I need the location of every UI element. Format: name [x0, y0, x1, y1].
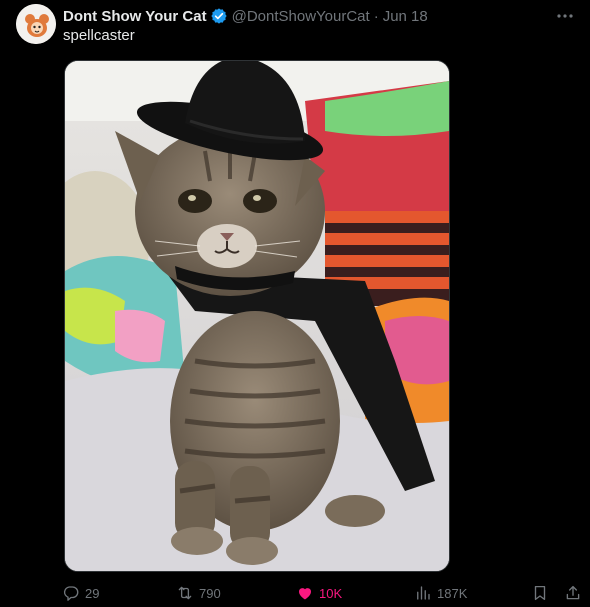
tweet-action-bar: 29 790 10K 187K	[62, 582, 588, 604]
bookmark-button[interactable]	[531, 582, 549, 604]
more-options-button[interactable]	[554, 8, 576, 24]
reply-button[interactable]: 29	[62, 582, 99, 604]
repost-button[interactable]: 790	[176, 582, 221, 604]
share-button[interactable]	[564, 582, 582, 604]
views-bar-chart-icon	[417, 586, 430, 600]
repost-icon	[178, 586, 192, 600]
bookmark-icon	[534, 585, 546, 601]
avatar[interactable]	[16, 4, 56, 44]
separator-dot: ·	[373, 7, 379, 25]
reply-icon	[63, 586, 79, 601]
like-count: 10K	[319, 585, 343, 601]
kitten-wizard-hat-photo	[65, 61, 449, 571]
like-button[interactable]: 10K	[296, 582, 342, 604]
heart-icon	[299, 588, 311, 600]
reply-count: 29	[85, 585, 100, 601]
tweet-media-image[interactable]	[64, 60, 450, 572]
tweet-date[interactable]: Jun 18	[383, 8, 428, 25]
display-name[interactable]: Dont Show Your Cat	[63, 8, 207, 25]
view-count: 187K	[437, 585, 468, 601]
avatar-logo-icon	[16, 4, 56, 44]
handle[interactable]: @DontShowYourCat	[232, 8, 370, 25]
more-horizontal-icon	[557, 14, 573, 18]
share-icon	[566, 585, 580, 600]
tweet-header: Dont Show Your Cat @DontShowYourCat · Ju…	[63, 6, 540, 26]
verified-badge-icon[interactable]	[210, 7, 228, 25]
views-button[interactable]: 187K	[414, 582, 467, 604]
repost-count: 790	[199, 585, 221, 601]
tweet-text: spellcaster	[63, 27, 135, 44]
